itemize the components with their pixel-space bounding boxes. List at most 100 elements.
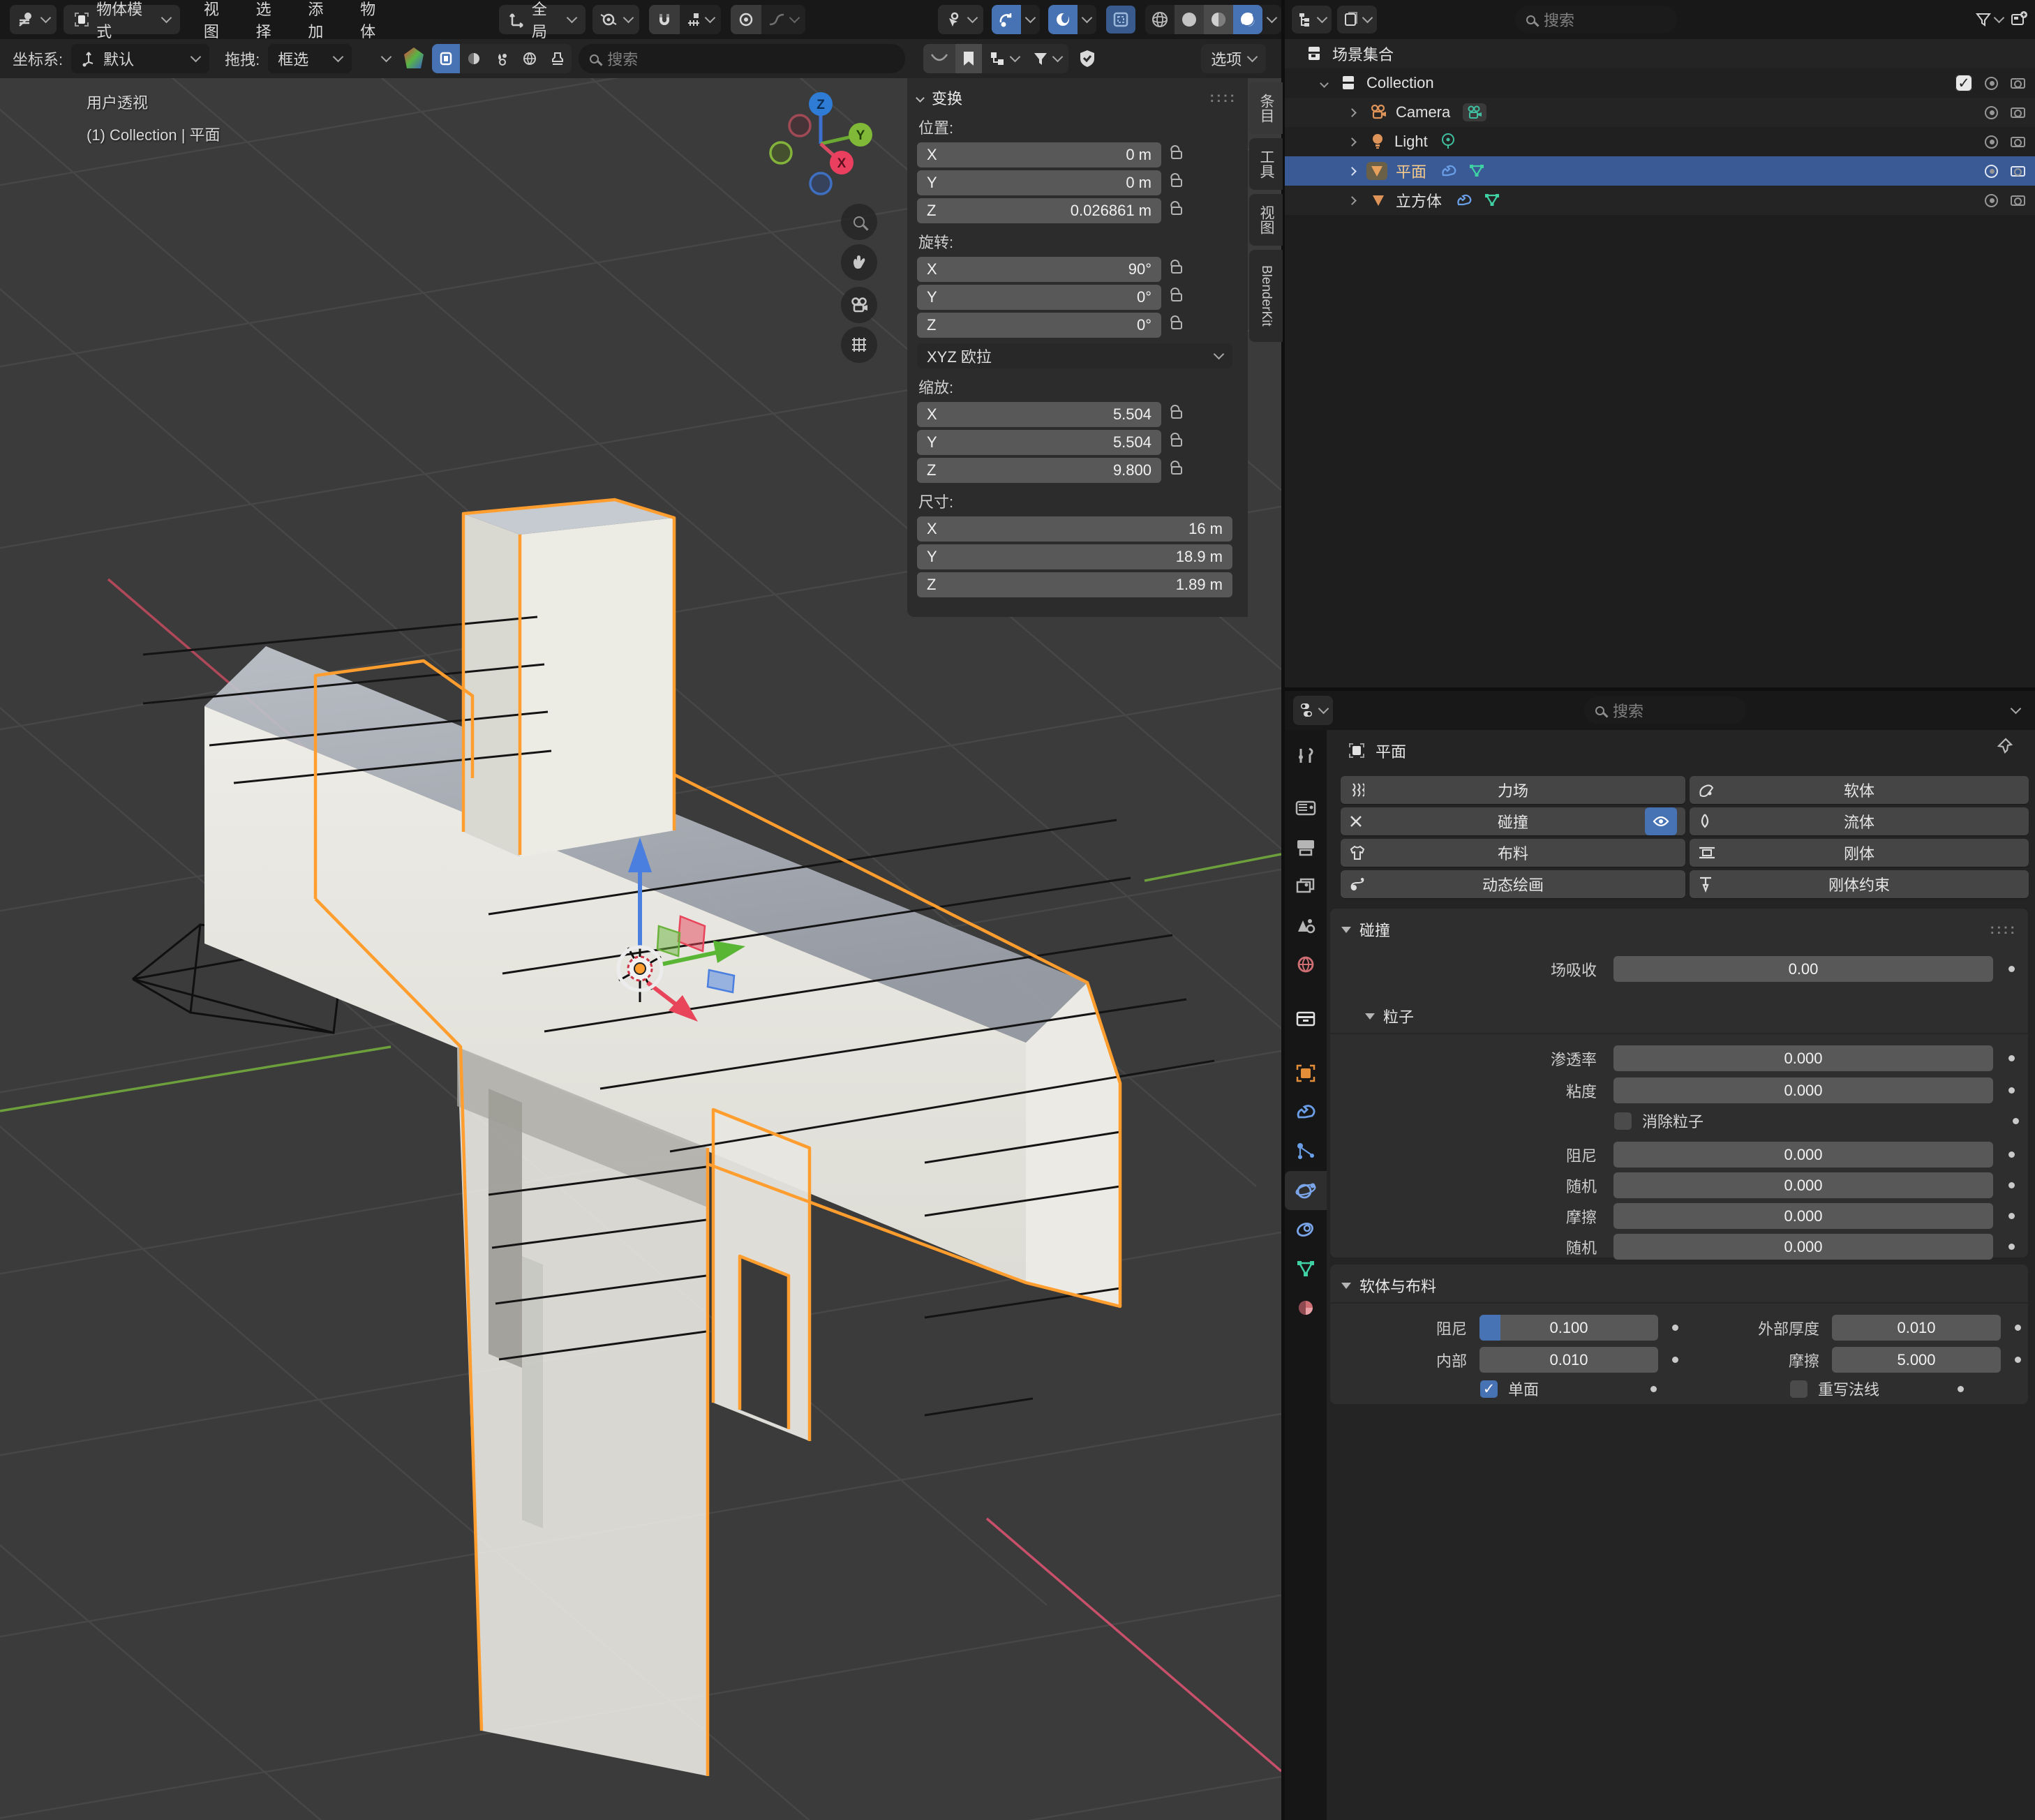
- tab-modifiers[interactable]: [1285, 1093, 1327, 1132]
- outliner-row-light[interactable]: Light: [1285, 127, 2035, 156]
- stickiness-field[interactable]: 0.000: [1613, 1077, 1993, 1103]
- sb-friction-field[interactable]: 5.000: [1832, 1347, 2001, 1373]
- shading-solid-button[interactable]: [1175, 5, 1204, 34]
- sb-damping-field[interactable]: 0.100: [1479, 1315, 1658, 1341]
- friction-keyframe-dot[interactable]: [2008, 1213, 2015, 1219]
- light-hide-viewport-icon[interactable]: [1985, 135, 1998, 149]
- damping-random-keyframe-dot[interactable]: [2008, 1182, 2015, 1188]
- toggle-object-button[interactable]: [432, 44, 460, 73]
- dimensions-y-field[interactable]: Y18.9 m: [917, 544, 1232, 569]
- cube-modifier-icon[interactable]: [1456, 192, 1474, 209]
- shield-button[interactable]: [1078, 49, 1096, 68]
- lock-location-y-icon[interactable]: [1171, 179, 1182, 187]
- camera-hide-viewport-icon[interactable]: [1985, 106, 1998, 119]
- snap-target-dropdown[interactable]: [680, 12, 721, 27]
- collision-button[interactable]: 碰撞: [1341, 807, 1685, 835]
- toggle-stamp-button[interactable]: [544, 44, 572, 73]
- collection-expand-caret[interactable]: [1320, 79, 1329, 88]
- zoom-button[interactable]: [841, 204, 877, 240]
- properties-search-input[interactable]: 搜索: [1584, 696, 1746, 724]
- absorption-keyframe-dot[interactable]: [2008, 966, 2015, 972]
- panel-drag-handle[interactable]: ::::: [1209, 90, 1237, 106]
- tab-world[interactable]: [1285, 945, 1327, 984]
- sidetab-blenderkit[interactable]: BlenderKit: [1249, 250, 1283, 342]
- stickiness-keyframe-dot[interactable]: [2008, 1087, 2015, 1094]
- sb-outer-keyframe-dot[interactable]: [2015, 1325, 2021, 1331]
- location-z-field[interactable]: Z0.026861 m: [917, 198, 1161, 223]
- softbody-collapse-caret[interactable]: [1341, 1283, 1351, 1289]
- single-sided-keyframe-dot[interactable]: [1650, 1386, 1657, 1392]
- scale-x-field[interactable]: X5.504: [917, 402, 1161, 427]
- pin-icon[interactable]: [1997, 737, 2015, 758]
- toggle-world-button[interactable]: [516, 44, 544, 73]
- friction-random-keyframe-dot[interactable]: [2008, 1244, 2015, 1250]
- tab-output[interactable]: [1285, 828, 1327, 867]
- lock-location-z-icon[interactable]: [1171, 207, 1182, 215]
- tab-material[interactable]: [1285, 1288, 1327, 1327]
- location-x-field[interactable]: X0 m: [917, 142, 1161, 167]
- outliner-filter-mode-dropdown[interactable]: [1337, 6, 1377, 33]
- damping-keyframe-dot[interactable]: [2008, 1151, 2015, 1158]
- editor-type-button[interactable]: [10, 5, 57, 34]
- outliner-row-cube[interactable]: 立方体: [1285, 186, 2035, 215]
- filter-dropdown[interactable]: [1026, 44, 1068, 73]
- plane-hide-viewport-icon[interactable]: [1985, 165, 1998, 178]
- plane-disable-render-icon[interactable]: [2011, 166, 2025, 177]
- xray-toggle[interactable]: [1048, 5, 1078, 34]
- sb-damping-keyframe-dot[interactable]: [1672, 1325, 1678, 1331]
- toggle-sphere-button[interactable]: [460, 44, 488, 73]
- lock-rotation-z-icon[interactable]: [1171, 321, 1182, 329]
- particle-subheader[interactable]: 粒子: [1365, 1005, 1414, 1027]
- camera-view-button[interactable]: [841, 287, 877, 323]
- toggle-perspective-button[interactable]: [841, 327, 877, 363]
- region-toggle[interactable]: [1106, 6, 1135, 33]
- soft-body-button[interactable]: 软体: [1690, 776, 2029, 804]
- kill-particles-checkbox[interactable]: [1613, 1112, 1632, 1131]
- xray-dropdown[interactable]: [1078, 18, 1096, 22]
- lock-location-x-icon[interactable]: [1171, 151, 1182, 159]
- menu-select[interactable]: 选择: [245, 0, 297, 42]
- outliner-display-mode-dropdown[interactable]: [1292, 6, 1332, 33]
- lock-scale-z-icon[interactable]: [1171, 466, 1182, 475]
- tool-search-input[interactable]: 搜索: [579, 44, 905, 73]
- light-expand-caret[interactable]: [1348, 137, 1357, 147]
- pan-button[interactable]: [841, 244, 877, 281]
- pivot-point-dropdown[interactable]: [592, 5, 639, 34]
- shading-material-button[interactable]: [1204, 5, 1233, 34]
- properties-editor-type-dropdown[interactable]: [1293, 696, 1333, 725]
- camera-data-badge[interactable]: [1463, 103, 1486, 121]
- sidetab-tool[interactable]: 工具: [1249, 138, 1283, 190]
- outliner-row-plane[interactable]: 平面: [1285, 156, 2035, 186]
- location-y-field[interactable]: Y0 m: [917, 170, 1161, 195]
- scale-y-field[interactable]: Y5.504: [917, 430, 1161, 455]
- friction-random-field[interactable]: 0.000: [1613, 1234, 1993, 1260]
- collection-checkbox[interactable]: ✓: [1955, 75, 1972, 91]
- transform-collapse-caret[interactable]: [916, 94, 925, 103]
- sb-inner-keyframe-dot[interactable]: [1672, 1357, 1678, 1363]
- cloth-button[interactable]: 布料: [1341, 839, 1685, 867]
- tab-object[interactable]: [1285, 1054, 1327, 1093]
- plane-expand-caret[interactable]: [1348, 167, 1357, 176]
- dynamic-paint-button[interactable]: 动态绘画: [1341, 870, 1685, 898]
- shading-wireframe-button[interactable]: [1145, 5, 1175, 34]
- proportional-falloff-dropdown[interactable]: [761, 12, 805, 27]
- shading-rendered-button[interactable]: [1233, 5, 1262, 34]
- friction-field[interactable]: 0.000: [1613, 1203, 1993, 1229]
- toggle-fluid-button[interactable]: [488, 44, 516, 73]
- rotation-x-field[interactable]: X90°: [917, 257, 1161, 282]
- cube-data-icon[interactable]: [1484, 192, 1500, 209]
- permeability-field[interactable]: 0.000: [1613, 1045, 1993, 1071]
- kill-particles-keyframe-dot[interactable]: [2013, 1118, 2019, 1124]
- outliner-row-collection[interactable]: Collection ✓: [1285, 68, 2035, 98]
- rotation-z-field[interactable]: Z0°: [917, 313, 1161, 338]
- collection-disable-render-icon[interactable]: [2011, 78, 2025, 89]
- drag-mode-dropdown[interactable]: 框选: [268, 44, 352, 73]
- camera-expand-caret[interactable]: [1348, 108, 1357, 117]
- rotation-mode-dropdown[interactable]: XYZ 欧拉: [917, 343, 1232, 368]
- tab-collection-props[interactable]: [1285, 999, 1327, 1038]
- override-normals-checkbox[interactable]: [1789, 1380, 1808, 1398]
- outliner-row-camera[interactable]: Camera: [1285, 98, 2035, 127]
- properties-header-chevron[interactable]: [2011, 703, 2022, 714]
- scale-z-field[interactable]: Z9.800: [917, 458, 1161, 483]
- dimensions-z-field[interactable]: Z1.89 m: [917, 572, 1232, 597]
